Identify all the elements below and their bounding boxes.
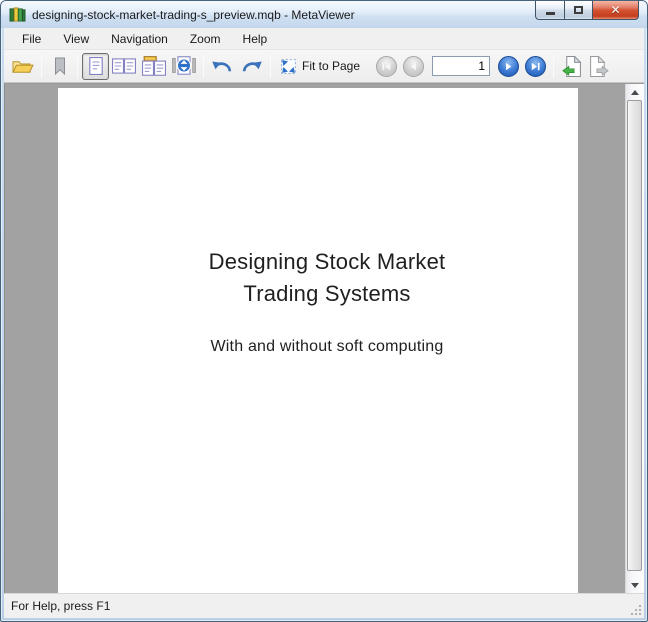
facing-pages-view-icon (112, 57, 136, 75)
toolbar-separator (41, 54, 42, 78)
rotate-left-button[interactable] (208, 53, 237, 80)
facing-pages-view-button[interactable] (109, 53, 139, 80)
book-title-line2: Trading Systems (76, 278, 578, 310)
document-canvas[interactable]: Designing Stock Market Trading Systems W… (4, 84, 625, 593)
toolbar-separator (203, 54, 204, 78)
maximize-icon (574, 6, 583, 14)
bookmark-button[interactable] (46, 53, 73, 80)
resize-grip[interactable] (630, 604, 642, 616)
app-books-icon (9, 7, 26, 22)
single-page-view-icon (87, 57, 105, 75)
title-bar[interactable]: designing-stock-market-trading-s_preview… (1, 1, 647, 28)
scrollbar-thumb[interactable] (627, 100, 642, 571)
scroll-down-icon (631, 583, 639, 588)
menu-zoom[interactable]: Zoom (179, 28, 232, 49)
menu-file[interactable]: File (11, 28, 52, 49)
bookmark-icon (53, 57, 67, 76)
scroll-down-button[interactable] (626, 577, 644, 593)
last-page-button[interactable] (525, 56, 546, 77)
rotate-right-button[interactable] (237, 53, 266, 80)
client-area: File View Navigation Zoom Help (1, 28, 647, 621)
single-page-view-button[interactable] (82, 53, 109, 80)
scroll-up-icon (631, 90, 639, 95)
maximize-button[interactable] (564, 1, 593, 20)
vertical-scrollbar[interactable] (625, 84, 644, 593)
fit-to-page-control[interactable]: Fit to Page (275, 53, 365, 80)
status-bar: For Help, press F1 (4, 593, 644, 618)
history-back-icon (562, 56, 582, 77)
document-area: Designing Stock Market Trading Systems W… (4, 83, 644, 593)
menu-bar: File View Navigation Zoom Help (4, 28, 644, 50)
previous-page-button[interactable] (403, 56, 424, 77)
next-page-button[interactable] (498, 56, 519, 77)
book-view-button[interactable] (139, 53, 169, 80)
first-page-button[interactable] (376, 56, 397, 77)
status-text: For Help, press F1 (11, 599, 110, 613)
open-file-button[interactable] (8, 53, 37, 80)
history-forward-icon (589, 56, 609, 77)
rotate-left-icon (211, 57, 234, 76)
minimize-icon (546, 12, 555, 15)
menu-navigation[interactable]: Navigation (100, 28, 179, 49)
previous-page-icon (407, 60, 420, 73)
history-back-button[interactable] (558, 53, 585, 80)
book-view-icon (142, 56, 166, 76)
last-page-icon (529, 60, 542, 73)
close-icon: ✕ (610, 4, 620, 16)
first-page-icon (380, 60, 393, 73)
document-page: Designing Stock Market Trading Systems W… (58, 88, 578, 593)
window-title: designing-stock-market-trading-s_preview… (32, 8, 355, 22)
open-folder-icon (11, 57, 34, 76)
continuous-view-icon (172, 56, 196, 76)
fit-to-page-icon (280, 58, 297, 75)
continuous-view-button[interactable] (169, 53, 199, 80)
toolbar-separator (553, 54, 554, 78)
toolbar-separator (270, 54, 271, 78)
metaviewer-window: designing-stock-market-trading-s_preview… (0, 0, 648, 622)
book-title-line1: Designing Stock Market (76, 246, 578, 278)
menu-view[interactable]: View (52, 28, 100, 49)
page-text-block: Designing Stock Market Trading Systems W… (58, 246, 578, 356)
toolbar-separator (77, 54, 78, 78)
next-page-icon (502, 60, 515, 73)
toolbar: Fit to Page (4, 50, 644, 83)
page-number-input[interactable] (432, 56, 490, 76)
fit-to-page-label: Fit to Page (302, 59, 360, 73)
menu-help[interactable]: Help (232, 28, 279, 49)
book-title: Designing Stock Market Trading Systems (76, 246, 578, 310)
book-subtitle: With and without soft computing (76, 338, 578, 356)
window-controls: ✕ (535, 1, 639, 20)
scroll-up-button[interactable] (626, 84, 644, 100)
rotate-right-icon (240, 57, 263, 76)
history-forward-button[interactable] (585, 53, 612, 80)
close-button[interactable]: ✕ (593, 1, 639, 20)
minimize-button[interactable] (535, 1, 564, 20)
